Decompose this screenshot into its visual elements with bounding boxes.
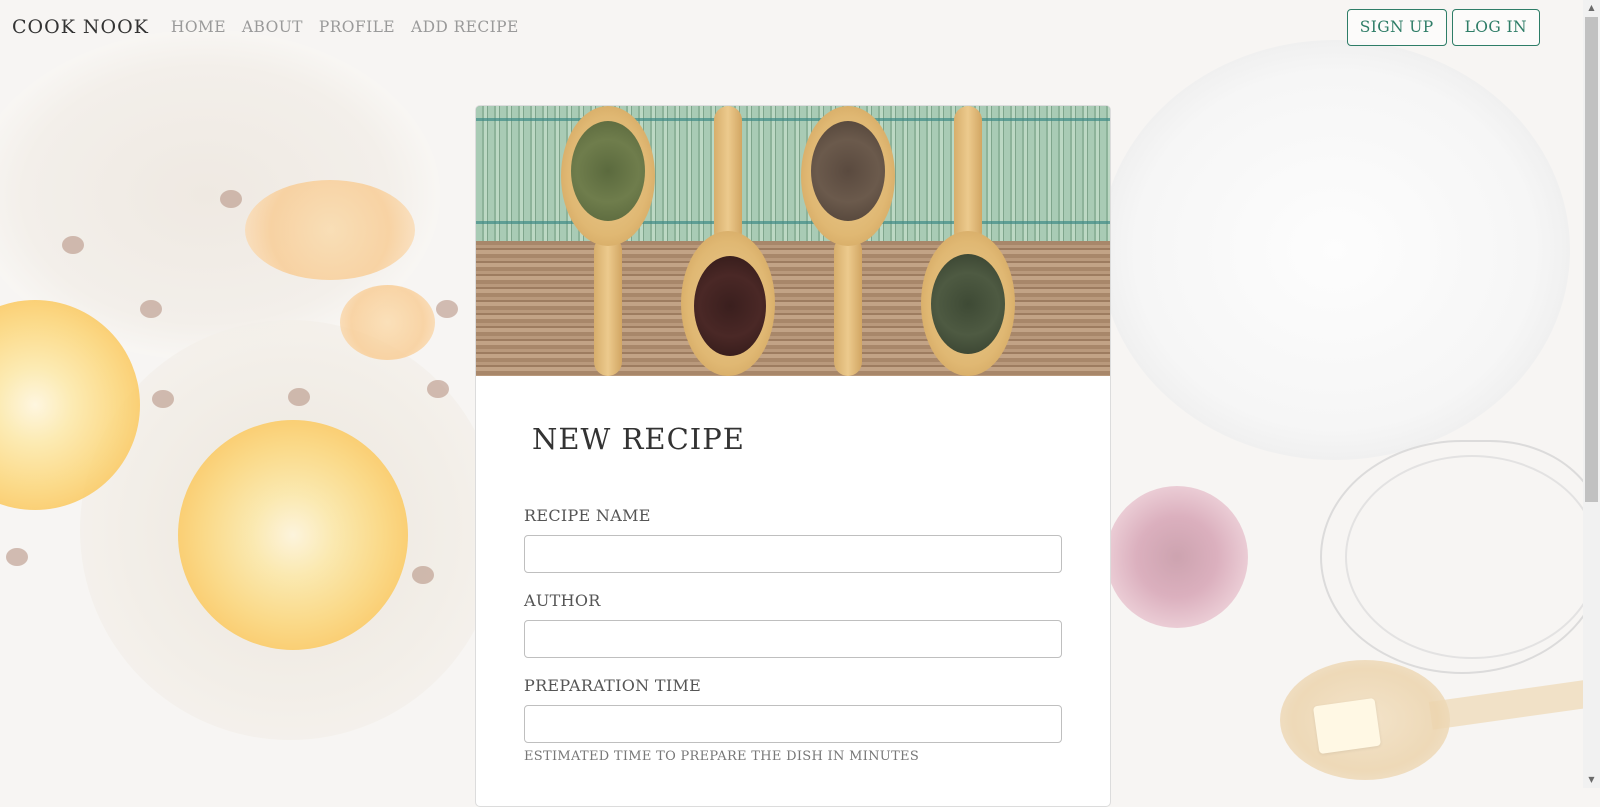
apricot-decoration xyxy=(245,180,415,280)
spoon-handle-decoration xyxy=(1428,678,1600,730)
recipe-name-label: RECIPE NAME xyxy=(524,506,651,525)
mat-stripe xyxy=(476,221,1110,224)
raisin-decoration xyxy=(152,390,174,408)
spoon-handle xyxy=(834,236,862,376)
raisin-decoration xyxy=(220,190,242,208)
new-recipe-card: NEW RECIPE RECIPE NAME AUTHOR PREPARATIO… xyxy=(475,105,1111,807)
raisin-decoration xyxy=(412,566,434,584)
mat-stripe xyxy=(476,118,1110,121)
nav-link-add-recipe[interactable]: ADD RECIPE xyxy=(411,18,519,36)
author-input[interactable] xyxy=(524,620,1062,658)
page-title: NEW RECIPE xyxy=(532,422,745,456)
scroll-down-arrow-icon[interactable]: ▼ xyxy=(1583,772,1600,788)
spoon-handle xyxy=(954,106,982,246)
recipe-form: NEW RECIPE RECIPE NAME AUTHOR PREPARATIO… xyxy=(476,422,1110,764)
navbar: COOK NOOK HOME ABOUT PROFILE ADD RECIPE … xyxy=(0,0,1552,54)
raisin-decoration xyxy=(6,548,28,566)
spoon-handle xyxy=(714,106,742,246)
raisin-decoration xyxy=(62,236,84,254)
preparation-time-input[interactable] xyxy=(524,705,1062,743)
flour-bowl-decoration xyxy=(1100,40,1570,460)
butter-decoration xyxy=(1312,697,1382,755)
page-scrollbar[interactable]: ▲ ▼ xyxy=(1583,0,1600,788)
recipe-name-input[interactable] xyxy=(524,535,1062,573)
raisin-decoration xyxy=(288,388,310,406)
raisin-decoration xyxy=(427,380,449,398)
raisin-decoration xyxy=(436,300,458,318)
spoon-handle xyxy=(594,236,622,376)
log-in-button[interactable]: LOG IN xyxy=(1451,8,1540,46)
cloves xyxy=(694,256,766,356)
cumin-seeds xyxy=(811,121,885,221)
auth-buttons: SIGN UP LOG IN xyxy=(1346,8,1540,46)
dried-herbs xyxy=(571,121,645,221)
brand-logo[interactable]: COOK NOOK xyxy=(12,16,149,38)
spices-header-image xyxy=(476,106,1110,376)
apricot-decoration xyxy=(340,285,435,360)
nav-links: HOME ABOUT PROFILE ADD RECIPE xyxy=(163,18,527,36)
jam-decoration xyxy=(1106,486,1248,628)
orange-slice-decoration xyxy=(178,420,408,650)
nav-link-home[interactable]: HOME xyxy=(171,18,226,36)
scroll-up-arrow-icon[interactable]: ▲ xyxy=(1583,0,1600,16)
preparation-time-help-text: ESTIMATED TIME TO PREPARE THE DISH IN MI… xyxy=(524,749,920,764)
nav-link-about[interactable]: ABOUT xyxy=(242,18,303,36)
preparation-time-label: PREPARATION TIME xyxy=(524,676,702,695)
nav-link-profile[interactable]: PROFILE xyxy=(319,18,395,36)
raisin-decoration xyxy=(140,300,162,318)
wood-table xyxy=(476,241,1110,376)
whisk-decoration xyxy=(1345,455,1599,659)
dried-thyme xyxy=(931,254,1005,354)
scrollbar-thumb[interactable] xyxy=(1585,17,1598,502)
author-label: AUTHOR xyxy=(524,591,601,610)
sign-up-button[interactable]: SIGN UP xyxy=(1346,8,1447,46)
